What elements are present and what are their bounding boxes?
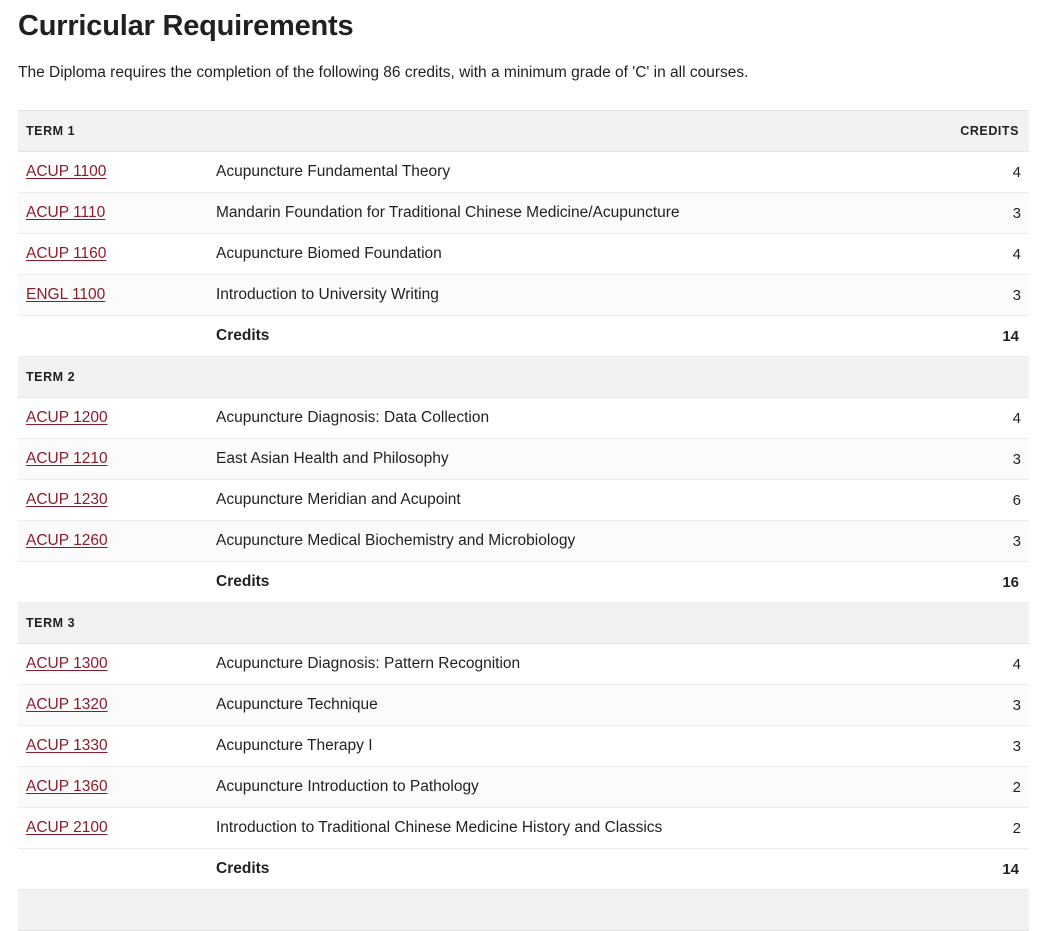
table-row: ACUP 1300 Acupuncture Diagnosis: Pattern … (18, 643, 1029, 686)
credits-column-header: CREDITS (908, 110, 1029, 153)
course-credits-cell: 3 (908, 274, 1029, 317)
course-credits-cell: 3 (908, 192, 1029, 235)
course-code-cell: ACUP 1230 (18, 479, 208, 522)
table-row: ACUP 1110 Mandarin Foundation for Traditi… (18, 192, 1029, 235)
subtotal-label: Credits (208, 848, 908, 891)
table-row: ACUP 1330 Acupuncture Therapy I3 (18, 725, 1029, 768)
course-code-link[interactable]: ENGL 1100 (26, 286, 105, 303)
course-code-link[interactable]: ACUP 1260 (26, 532, 108, 549)
term-header-row: TERM 2 (18, 356, 1029, 399)
subtotal-credits-value: 14 (908, 848, 1029, 891)
course-code-cell: ACUP 1110 (18, 192, 208, 235)
course-credits-cell: 2 (908, 766, 1029, 809)
term-label (18, 889, 208, 931)
subtotal-spacer-cell (18, 848, 208, 891)
page-title: Curricular Requirements (18, 10, 354, 42)
term-header-row: TERM 3 (18, 602, 1029, 645)
course-code-link[interactable]: ACUP 2100 (26, 819, 108, 836)
course-code-link[interactable]: ACUP 1110 (26, 204, 105, 221)
course-code-link[interactable]: ACUP 1360 (26, 778, 108, 795)
course-title-cell: Introduction to Traditional Chinese Medi… (208, 807, 908, 850)
table-row: ACUP 1360 Acupuncture Introduction to Pat… (18, 766, 1029, 809)
course-code-cell: ACUP 1160 (18, 233, 208, 276)
course-credits-cell: 3 (908, 438, 1029, 481)
course-title-cell: Acupuncture Introduction to Pathology (208, 766, 908, 809)
term-header-spacer (208, 356, 908, 399)
course-title-cell: Acupuncture Fundamental Theory (208, 151, 908, 194)
subtotal-spacer-cell (18, 561, 208, 604)
subtotal-label: Credits (208, 315, 908, 358)
table-row: ACUP 1260 Acupuncture Medical Biochemistr… (18, 520, 1029, 563)
course-credits-cell: 4 (908, 151, 1029, 194)
curricular-requirements-table: TERM 1 CREDITS ACUP 1100 Acupuncture Fundam… (18, 110, 1029, 931)
course-code-link[interactable]: ACUP 1160 (26, 245, 106, 262)
course-title-cell: Acupuncture Diagnosis: Data Collection (208, 397, 908, 440)
course-credits-cell: 4 (908, 233, 1029, 276)
course-code-link[interactable]: ACUP 1200 (26, 409, 108, 426)
course-credits-cell: 2 (908, 807, 1029, 850)
course-title-cell: Acupuncture Biomed Foundation (208, 233, 908, 276)
course-title-cell: Introduction to University Writing (208, 274, 908, 317)
subtotal-credits-value: 14 (908, 315, 1029, 358)
term-subtotal-row: Credits 14 (18, 315, 1029, 358)
course-credits-cell: 4 (908, 397, 1029, 440)
course-code-cell: ACUP 2100 (18, 807, 208, 850)
course-code-cell: ACUP 1330 (18, 725, 208, 768)
table-row: ACUP 1100 Acupuncture Fundamental Theory 4 (18, 151, 1029, 194)
course-credits-cell: 3 (908, 684, 1029, 727)
subtotal-label: Credits (208, 561, 908, 604)
credits-column-header (908, 602, 1029, 645)
credits-column-header (908, 356, 1029, 399)
term-header-row: TERM 1 CREDITS (18, 110, 1029, 153)
term-label: TERM 3 (18, 602, 208, 645)
term-label: TERM 2 (18, 356, 208, 399)
course-code-cell: ACUP 1200 (18, 397, 208, 440)
subtotal-credits-value: 16 (908, 561, 1029, 604)
course-code-cell: ACUP 1320 (18, 684, 208, 727)
term-header-spacer (208, 889, 908, 931)
course-code-link[interactable]: ACUP 1330 (26, 737, 108, 754)
course-code-link[interactable]: ACUP 1300 (26, 655, 108, 672)
term-header-spacer (208, 110, 908, 153)
table-row: ACUP 1200 Acupuncture Diagnosis: Data Col… (18, 397, 1029, 440)
course-title-cell: Acupuncture Diagnosis: Pattern Recogniti… (208, 643, 908, 686)
term-header-spacer (208, 602, 908, 645)
course-title-cell: Mandarin Foundation for Traditional Chin… (208, 192, 908, 235)
table-row: ACUP 1160 Acupuncture Biomed Foundation 4 (18, 233, 1029, 276)
term-header-row (18, 889, 1029, 931)
course-code-cell: ENGL 1100 (18, 274, 208, 317)
table-row: ACUP 1320 Acupuncture Technique 3 (18, 684, 1029, 727)
course-credits-cell: 3 (908, 725, 1029, 768)
requirements-table-wrapper: TERM 1 CREDITS ACUP 1100 Acupuncture Fundam… (18, 84, 1029, 931)
subtotal-spacer-cell (18, 315, 208, 358)
course-title-cell: Acupuncture Technique (208, 684, 908, 727)
course-credits-cell: 4 (908, 643, 1029, 686)
table-row: ACUP 1230 Acupuncture Meridian and Acupoi… (18, 479, 1029, 522)
course-title-cell: Acupuncture Meridian and Acupoint (208, 479, 908, 522)
table-row: ACUP 1210 East Asian Health and Philosoph… (18, 438, 1029, 481)
course-credits-cell: 3 (908, 520, 1029, 563)
table-row: ACUP 2100 Introduction to Traditional Chi… (18, 807, 1029, 850)
table-row: ENGL 1100 Introduction to University Writ… (18, 274, 1029, 317)
term-subtotal-row: Credits 16 (18, 561, 1029, 604)
course-credits-cell: 6 (908, 479, 1029, 522)
course-code-link[interactable]: ACUP 1210 (26, 450, 108, 467)
course-code-link[interactable]: ACUP 1320 (26, 696, 108, 713)
page-intro-text: The Diploma requires the completion of t… (18, 63, 749, 81)
course-code-cell: ACUP 1260 (18, 520, 208, 563)
curricular-requirements-page: Curricular Requirements The Diploma requ… (0, 0, 1047, 931)
course-code-link[interactable]: ACUP 1230 (26, 491, 108, 508)
course-code-cell: ACUP 1210 (18, 438, 208, 481)
term-subtotal-row: Credits 14 (18, 848, 1029, 891)
course-code-cell: ACUP 1300 (18, 643, 208, 686)
term-label: TERM 1 (18, 110, 208, 153)
course-code-link[interactable]: ACUP 1100 (26, 163, 106, 180)
course-title-cell: Acupuncture Medical Biochemistry and Mic… (208, 520, 908, 563)
course-code-cell: ACUP 1100 (18, 151, 208, 194)
credits-column-header (908, 889, 1029, 931)
course-title-cell: Acupuncture Therapy I (208, 725, 908, 768)
course-code-cell: ACUP 1360 (18, 766, 208, 809)
course-title-cell: East Asian Health and Philosophy (208, 438, 908, 481)
